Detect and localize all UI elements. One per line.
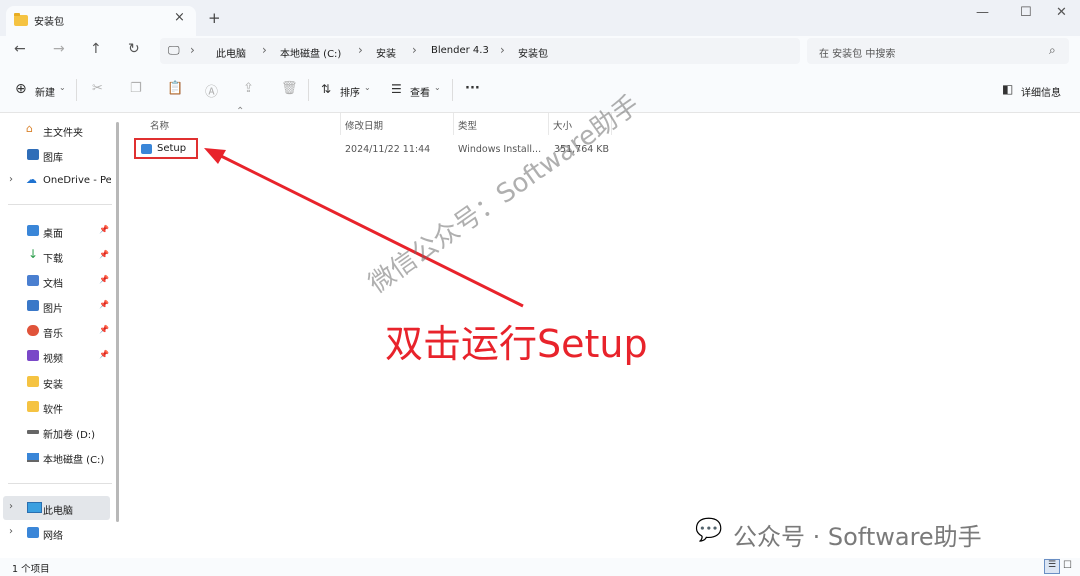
- watermark-text: 公众号 · Software助手: [733, 523, 982, 551]
- instruction-label: 双击运行Setup: [385, 322, 648, 366]
- wechat-icon: 💬: [695, 518, 723, 543]
- item-count: 1 个项目: [12, 564, 50, 575]
- status-bar: 1 个项目 ☰ ☐: [0, 558, 1080, 576]
- details-view-button[interactable]: ☰: [1044, 559, 1060, 574]
- tiles-view-button[interactable]: ☐: [1063, 560, 1072, 571]
- annotation-arrow: [204, 148, 524, 308]
